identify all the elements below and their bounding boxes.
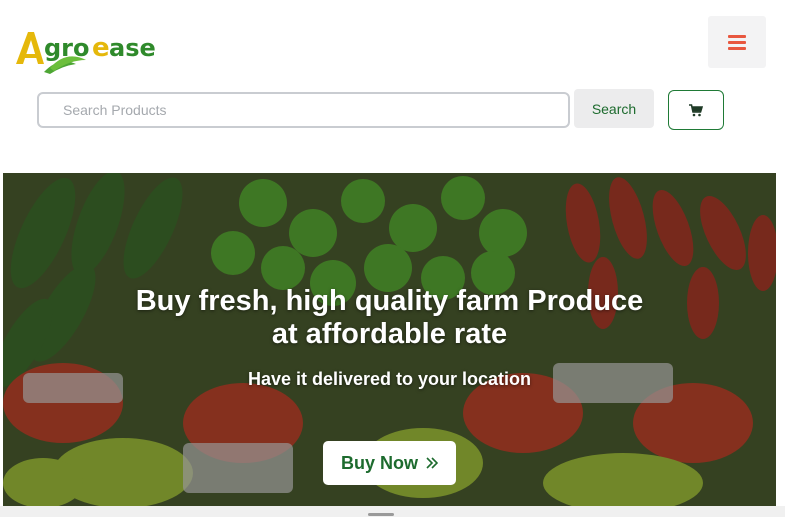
hero-subtitle: Have it delivered to your location bbox=[247, 369, 532, 389]
search-input[interactable] bbox=[37, 92, 570, 128]
hero-title-line1: Buy fresh, high quality farm Produce bbox=[135, 285, 644, 317]
double-chevron-right-icon bbox=[426, 457, 438, 469]
scroll-handle[interactable] bbox=[368, 513, 394, 516]
search-button[interactable]: Search bbox=[574, 89, 654, 128]
buy-now-label: Buy Now bbox=[340, 452, 418, 473]
cart-icon bbox=[689, 103, 703, 116]
hero-banner: Buy fresh, high quality farm Produce at … bbox=[3, 173, 776, 506]
svg-text:ase: ase bbox=[109, 34, 156, 62]
brand-logo[interactable]: gro e ase bbox=[14, 26, 184, 76]
hamburger-icon bbox=[728, 32, 746, 53]
svg-text:e: e bbox=[92, 33, 110, 63]
hero-title: Buy fresh, high quality farm Produce at … bbox=[3, 285, 776, 351]
buy-now-button[interactable]: Buy Now bbox=[323, 441, 456, 485]
svg-text:gro: gro bbox=[44, 34, 90, 62]
menu-button[interactable] bbox=[708, 16, 766, 68]
hero-title-line2: at affordable rate bbox=[271, 318, 508, 350]
cart-button[interactable] bbox=[668, 90, 724, 130]
